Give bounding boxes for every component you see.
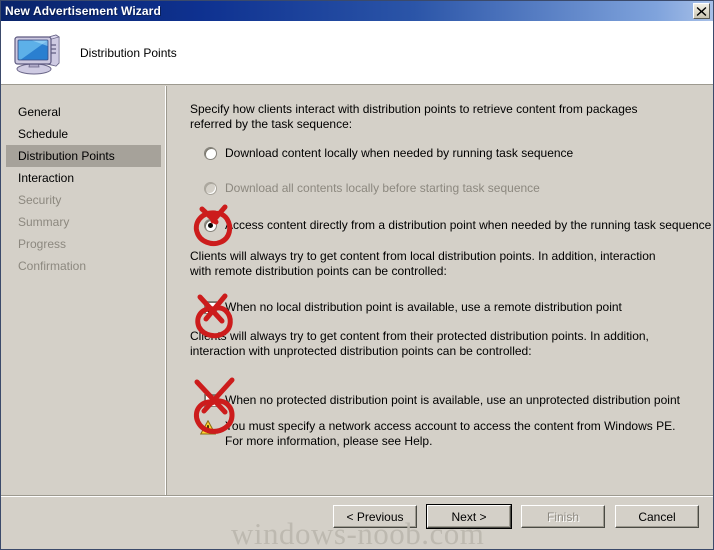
finish-button-label: Finish: [546, 509, 579, 524]
checkbox-unprotected-dp[interactable]: [204, 394, 217, 407]
sidebar-item-label: Interaction: [18, 171, 75, 185]
sidebar-item-schedule[interactable]: Schedule: [6, 123, 161, 145]
wizard-window: New Advertisement Wizard Distribution Po…: [0, 0, 714, 550]
checkbox-option-unprotected-dp[interactable]: When no protected distribution point is …: [204, 393, 697, 407]
wizard-content-pane: Specify how clients interact with distri…: [168, 86, 713, 495]
wizard-body: General Schedule Distribution Points Int…: [1, 86, 713, 495]
radio-label-download-all-contents: Download all contents locally before sta…: [225, 181, 540, 195]
checkbox-label-remote-dp: When no local distribution point is avai…: [225, 300, 622, 314]
sidebar-item-interaction[interactable]: Interaction: [6, 167, 161, 189]
watermark: windows-noob.com: [231, 516, 485, 550]
close-button[interactable]: [693, 3, 710, 19]
warning-triangle-icon: [200, 420, 216, 435]
warning-text: You must specify a network access accoun…: [225, 419, 676, 448]
sidebar-item-label: Schedule: [18, 127, 69, 141]
radio-button-download-all-contents: [204, 182, 217, 195]
sidebar-item-progress: Progress: [6, 233, 161, 255]
title-bar: New Advertisement Wizard: [1, 1, 713, 21]
radio-label-access-content-directly: Access content directly from a distribut…: [225, 218, 712, 232]
wizard-step-list: General Schedule Distribution Points Int…: [1, 86, 167, 495]
checkbox-label-unprotected-dp: When no protected distribution point is …: [225, 393, 680, 407]
radio-option-access-content-directly[interactable]: Access content directly from a distribut…: [204, 218, 711, 232]
window-title: New Advertisement Wizard: [5, 4, 161, 18]
intro-text: Specify how clients interact with distri…: [190, 102, 638, 131]
local-dp-description: Clients will always try to get content f…: [190, 249, 656, 278]
checkbox-remote-dp[interactable]: [204, 301, 217, 314]
radio-option-download-when-needed[interactable]: Download content locally when needed by …: [204, 146, 697, 160]
sidebar-item-label: Summary: [18, 215, 70, 229]
sidebar-item-summary: Summary: [6, 211, 161, 233]
sidebar-item-label: Distribution Points: [18, 149, 115, 163]
sidebar-item-label: Progress: [18, 237, 67, 251]
close-icon: [696, 6, 707, 16]
wizard-header: Distribution Points: [1, 21, 713, 85]
sidebar-item-label: Confirmation: [18, 259, 87, 273]
checkbox-option-remote-dp[interactable]: When no local distribution point is avai…: [204, 300, 697, 314]
cancel-button-label: Cancel: [638, 509, 676, 524]
header-title: Distribution Points: [80, 45, 177, 60]
radio-option-download-all-contents: Download all contents locally before sta…: [204, 181, 697, 195]
protected-dp-description: Clients will always try to get content f…: [190, 329, 649, 358]
cancel-button[interactable]: Cancel: [615, 505, 699, 528]
radio-button-access-content-directly[interactable]: [204, 219, 217, 232]
radio-label-download-when-needed: Download content locally when needed by …: [225, 146, 574, 160]
finish-button: Finish: [521, 505, 605, 528]
sidebar-item-security: Security: [6, 189, 161, 211]
computer-icon: [14, 33, 60, 74]
sidebar-item-general[interactable]: General: [6, 101, 161, 123]
radio-button-download-when-needed[interactable]: [204, 147, 217, 160]
sidebar-item-label: Security: [18, 193, 62, 207]
warning-message: You must specify a network access accoun…: [200, 419, 697, 449]
sidebar-item-distribution-points[interactable]: Distribution Points: [6, 145, 161, 167]
sidebar-item-label: General: [18, 105, 61, 119]
sidebar-item-confirmation: Confirmation: [6, 255, 161, 277]
